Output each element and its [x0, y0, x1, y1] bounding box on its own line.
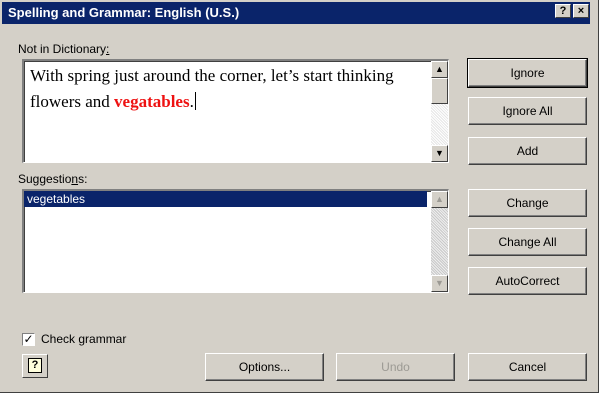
check-grammar-label[interactable]: Check grammar: [41, 332, 126, 346]
autocorrect-button[interactable]: AutoCorrect: [468, 267, 587, 295]
spelling-grammar-dialog: Spelling and Grammar: English (U.S.) ? ×…: [0, 0, 599, 393]
help-question-icon: ?: [28, 358, 42, 373]
suggestions-list[interactable]: vegetables ▲ ▼: [22, 189, 449, 293]
misspelled-word: vegatables: [114, 92, 190, 111]
ignore-all-button[interactable]: Ignore All: [468, 97, 587, 125]
window-title: Spelling and Grammar: English (U.S.): [8, 5, 240, 20]
ignore-button[interactable]: Ignore: [467, 58, 588, 88]
suggestions-label: Suggestions:: [18, 172, 88, 186]
cancel-button[interactable]: Cancel: [468, 353, 587, 381]
office-assistant-button[interactable]: ?: [22, 354, 48, 378]
title-bar: Spelling and Grammar: English (U.S.): [2, 2, 590, 24]
check-grammar-checkbox[interactable]: ✓: [22, 333, 35, 346]
scroll-up-icon[interactable]: ▲: [431, 191, 448, 208]
suggestions-scrollbar[interactable]: ▲ ▼: [431, 191, 448, 292]
not-in-dictionary-label: Not in Dictionary:: [18, 42, 110, 56]
list-item[interactable]: vegetables: [24, 191, 427, 207]
add-button[interactable]: Add: [468, 137, 587, 165]
options-button[interactable]: Options...: [205, 353, 324, 381]
sentence-text[interactable]: With spring just around the corner, let’…: [30, 63, 425, 115]
change-button[interactable]: Change: [468, 189, 587, 217]
scroll-down-icon[interactable]: ▼: [431, 145, 448, 162]
change-all-button[interactable]: Change All: [468, 228, 587, 256]
close-icon[interactable]: ×: [573, 4, 589, 18]
scroll-up-icon[interactable]: ▲: [431, 61, 448, 78]
text-caret: [194, 92, 196, 110]
scroll-down-icon[interactable]: ▼: [431, 275, 448, 292]
help-question-icon[interactable]: ?: [555, 4, 571, 18]
not-in-dictionary-box[interactable]: With spring just around the corner, let’…: [22, 59, 449, 163]
dictionary-scrollbar[interactable]: ▲ ▼: [431, 61, 448, 162]
undo-button[interactable]: Undo: [336, 353, 455, 381]
scroll-thumb[interactable]: [431, 78, 448, 104]
